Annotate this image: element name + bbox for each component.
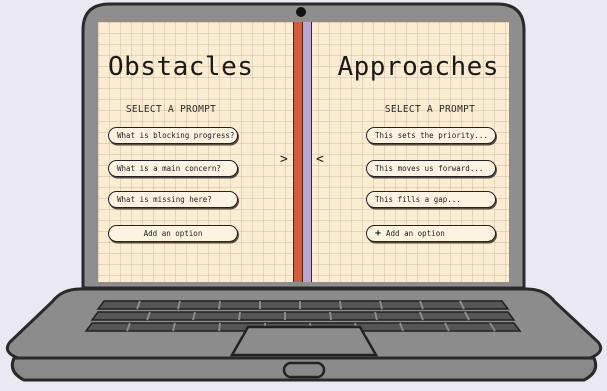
arrow-left-icon[interactable]: < — [316, 152, 324, 167]
left-add-option-button[interactable]: Add an option — [108, 225, 238, 242]
obstacle-prompt-3[interactable]: What is missing here? — [108, 191, 238, 208]
camera-dot-icon — [296, 7, 306, 17]
right-select-prompt-label: SELECT A PROMPT — [384, 104, 476, 115]
obstacles-title: Obstacles — [108, 52, 254, 82]
front-notch — [282, 361, 326, 379]
divider-purple-stripe — [303, 22, 312, 282]
obstacle-prompt-2[interactable]: What is a main concern? — [108, 160, 238, 177]
left-select-prompt-label: SELECT A PROMPT — [125, 104, 217, 115]
obstacle-prompt-1[interactable]: What is blocking progress? — [108, 127, 238, 144]
approaches-title: Approaches — [337, 52, 499, 82]
arrow-right-icon[interactable]: > — [280, 152, 288, 167]
trackpad — [229, 325, 379, 357]
plus-icon: + — [375, 227, 382, 239]
approach-prompt-1[interactable]: This sets the priority... — [366, 127, 496, 144]
right-add-option-label: Add an option — [386, 228, 445, 238]
approach-prompt-2[interactable]: This moves us forward... — [366, 160, 496, 177]
laptop-screen: Obstacles SELECT A PROMPT What is blocki… — [98, 22, 509, 282]
approach-prompt-3[interactable]: This fills a gap... — [366, 191, 496, 208]
right-add-option-button[interactable]: + Add an option — [366, 225, 496, 242]
divider-red-stripe — [293, 22, 303, 282]
